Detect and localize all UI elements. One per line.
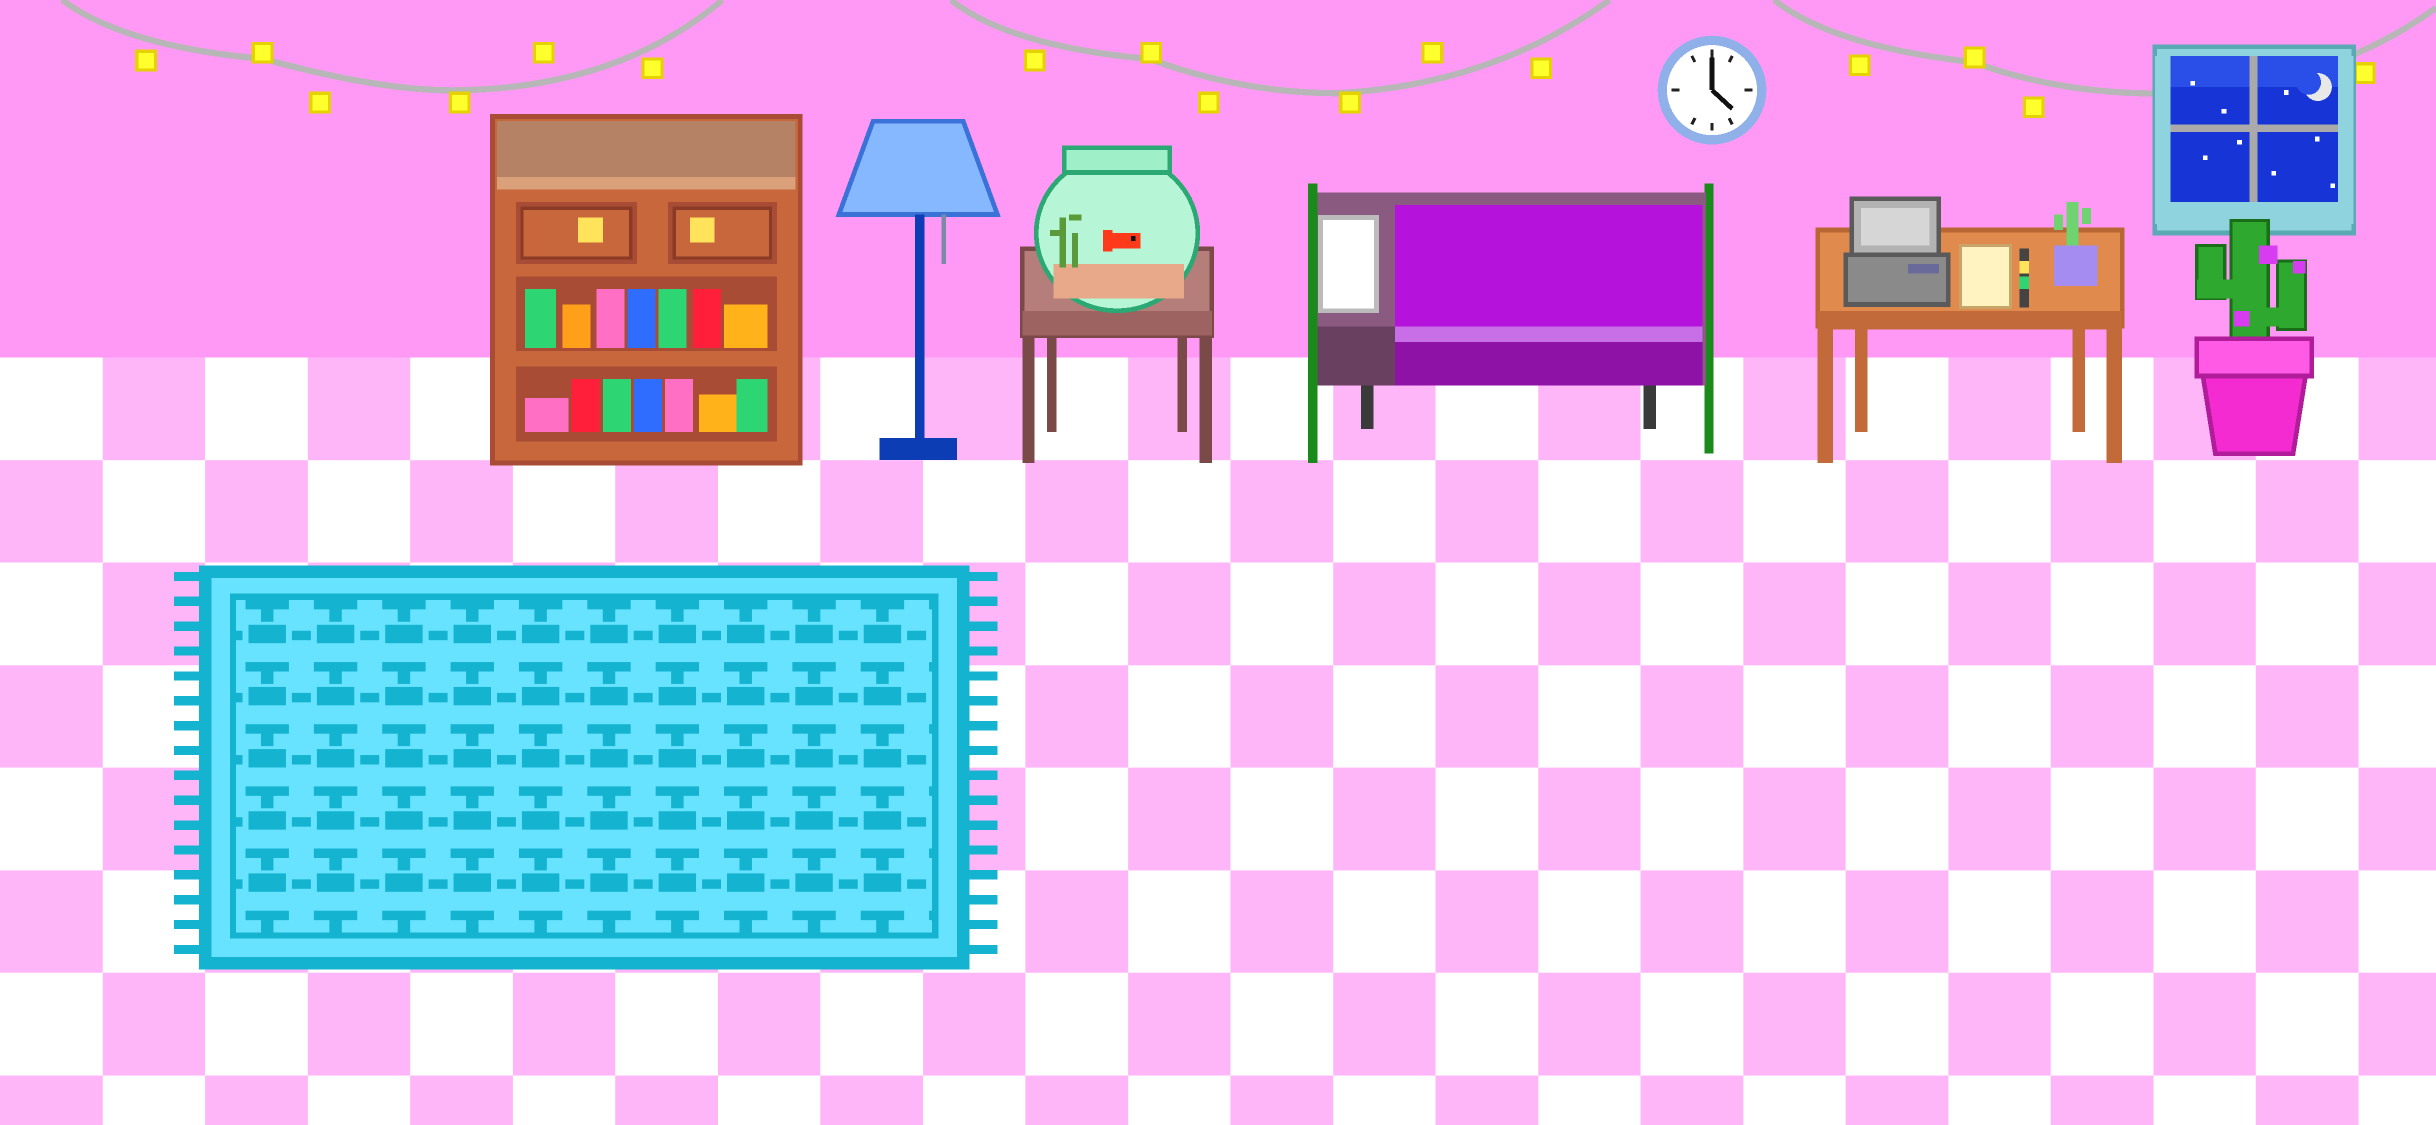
- goldfish: [1103, 229, 1141, 252]
- light-bulb: [1023, 49, 1046, 72]
- light-bulb: [135, 49, 157, 72]
- bedroom-scene: [0, 0, 2436, 1125]
- light-bulb: [1421, 41, 1444, 64]
- light-bulb: [309, 91, 331, 114]
- drawer-knob: [577, 217, 603, 243]
- light-bulb: [2022, 96, 2045, 119]
- light-bulb: [1140, 41, 1163, 64]
- drawer-knob: [689, 217, 715, 243]
- light-bulb: [1530, 57, 1553, 80]
- light-bulb: [1963, 46, 1986, 69]
- pens: [2019, 248, 2029, 308]
- rug[interactable]: [174, 565, 998, 970]
- wall-clock[interactable]: [1657, 35, 1767, 145]
- pillow: [1318, 215, 1379, 314]
- light-bulb: [1848, 54, 1871, 77]
- light-bulb: [2353, 62, 2376, 84]
- light-bulb: [251, 41, 274, 64]
- light-bulb: [1197, 91, 1220, 114]
- light-bulb: [532, 41, 555, 64]
- night-window[interactable]: [2152, 44, 2356, 236]
- light-bulb: [1339, 91, 1361, 114]
- light-bulb: [641, 57, 664, 80]
- computer[interactable]: [1843, 196, 1951, 307]
- light-bulb: [448, 91, 471, 114]
- bookshelf[interactable]: [490, 114, 803, 466]
- notepad[interactable]: [1959, 243, 2012, 310]
- lamp-pull-chain[interactable]: [941, 214, 947, 265]
